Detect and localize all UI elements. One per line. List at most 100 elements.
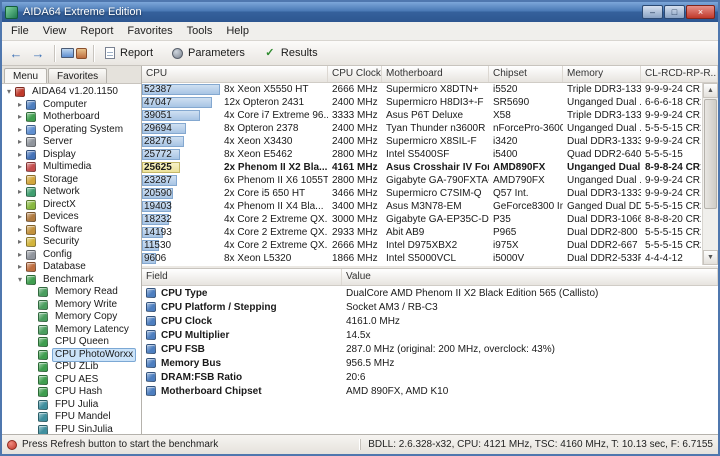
tree-item-aida64-v1-20-1150[interactable]: ▾ AIDA64 v1.20.1150	[2, 86, 141, 99]
benchmark-row[interactable]: 28276 4x Xeon X3430 2400 MHz Supermicro X8S…	[142, 135, 701, 148]
detail-row[interactable]: Motherboard Chipset AMD 890FX, AMD K10	[142, 384, 718, 398]
benchmark-row[interactable]: 47047 12x Opteron 2431 2400 MHz Supermicro …	[142, 96, 701, 109]
expander-icon[interactable]: ▸	[15, 162, 25, 172]
benchmark-row[interactable]: 19403 4x Phenom II X4 Bla... 3400 MHz Asus …	[142, 200, 701, 213]
vertical-scrollbar[interactable]: ▲ ▼	[702, 83, 718, 265]
cpu-clock: 2400 MHz	[332, 136, 378, 147]
forward-icon[interactable]: →	[28, 44, 48, 63]
memory-config: Unganged Dual ...	[567, 175, 641, 186]
column-header-memory[interactable]: Memory	[563, 66, 641, 82]
back-icon[interactable]: ←	[6, 44, 26, 63]
menu-file[interactable]: File	[4, 23, 36, 39]
tree-item-cpu-zlib[interactable]: CPU ZLib	[2, 361, 141, 374]
benchmark-row[interactable]: 9606 8x Xeon L5320 1866 MHz Intel S5000VCL i…	[142, 252, 701, 265]
tree-item-fpu-sinjulia[interactable]: FPU SinJulia	[2, 424, 141, 434]
sidebar-tab-menu[interactable]: Menu	[4, 68, 48, 83]
expander-icon[interactable]: ▸	[15, 100, 25, 110]
column-header-cl-rcd-rp-r[interactable]: CL-RCD-RP-R...	[641, 66, 718, 82]
scrollbar-thumb[interactable]	[704, 99, 717, 209]
detail-row[interactable]: CPU Platform / Stepping Socket AM3 / RB-C…	[142, 300, 718, 314]
expander-icon[interactable]: ▸	[15, 187, 25, 197]
tree-item-memory-latency[interactable]: Memory Latency	[2, 324, 141, 337]
menu-tools[interactable]: Tools	[180, 23, 220, 39]
tree-item-multimedia[interactable]: ▸ Multimedia	[2, 161, 141, 174]
menu-report[interactable]: Report	[73, 23, 120, 39]
detail-row[interactable]: CPU Clock 4161.0 MHz	[142, 314, 718, 328]
tree-item-memory-copy[interactable]: Memory Copy	[2, 311, 141, 324]
menu-help[interactable]: Help	[219, 23, 256, 39]
benchmark-row[interactable]: 14193 4x Core 2 Extreme QX... 2933 MHz Abit…	[142, 226, 701, 239]
results-button[interactable]: Results	[259, 45, 326, 61]
expander-icon[interactable]: ▸	[15, 250, 25, 260]
benchmark-row[interactable]: 20590 2x Core i5 650 HT 3466 MHz Supermicro…	[142, 187, 701, 200]
maximize-button[interactable]: □	[664, 5, 685, 19]
detail-row[interactable]: CPU Multiplier 14.5x	[142, 328, 718, 342]
tree-item-cpu-queen[interactable]: CPU Queen	[2, 336, 141, 349]
expander-icon[interactable]: ▾	[4, 87, 14, 97]
tree-item-display[interactable]: ▸ Display	[2, 149, 141, 162]
tree-item-database[interactable]: ▸ Database	[2, 261, 141, 274]
column-header-cpu-clock[interactable]: CPU Clock	[328, 66, 382, 82]
detail-row[interactable]: CPU FSB 287.0 MHz (original: 200 MHz, ove…	[142, 342, 718, 356]
tree-item-cpu-hash[interactable]: CPU Hash	[2, 386, 141, 399]
tree-item-server[interactable]: ▸ Server	[2, 136, 141, 149]
tree-item-security[interactable]: ▸ Security	[2, 236, 141, 249]
tree-item-operating-system[interactable]: ▸ Operating System	[2, 124, 141, 137]
benchmark-row[interactable]: 23287 6x Phenom II X6 1055T 2800 MHz Gigaby…	[142, 174, 701, 187]
detail-row[interactable]: Memory Bus 956.5 MHz	[142, 356, 718, 370]
expander-icon[interactable]: ▸	[15, 262, 25, 272]
benchmark-row[interactable]: 39051 4x Core i7 Extreme 96... 3333 MHz Asu…	[142, 109, 701, 122]
benchmark-row[interactable]: 29694 8x Opteron 2378 2400 MHz Tyan Thunder…	[142, 122, 701, 135]
tree-item-memory-write[interactable]: Memory Write	[2, 299, 141, 312]
column-header-chipset[interactable]: Chipset	[489, 66, 563, 82]
tree-item-motherboard[interactable]: ▸ Motherboard	[2, 111, 141, 124]
tree-item-software[interactable]: ▸ Software	[2, 224, 141, 237]
benchmark-row[interactable]: 52387 8x Xeon X5550 HT 2666 MHz Supermicro …	[142, 83, 701, 96]
expander-icon[interactable]: ▸	[15, 237, 25, 247]
expander-icon[interactable]: ▸	[15, 150, 25, 160]
benchmark-row[interactable]: 11530 4x Core 2 Extreme QX... 2666 MHz Inte…	[142, 239, 701, 252]
scroll-down-icon[interactable]: ▼	[703, 250, 718, 265]
tree-item-fpu-mandel[interactable]: FPU Mandel	[2, 411, 141, 424]
column-header-field[interactable]: Field	[142, 269, 342, 285]
column-header-value[interactable]: Value	[342, 269, 718, 285]
tree-item-cpu-photoworxx[interactable]: CPU PhotoWorxx	[2, 347, 141, 362]
expander-icon[interactable]: ▸	[15, 175, 25, 185]
expander-icon[interactable]: ▸	[15, 137, 25, 147]
monitor-icon[interactable]	[61, 48, 74, 58]
tree-item-benchmark[interactable]: ▾ Benchmark	[2, 274, 141, 287]
tree-item-devices[interactable]: ▸ Devices	[2, 211, 141, 224]
close-button[interactable]: ×	[686, 5, 715, 19]
minimize-button[interactable]: –	[642, 5, 663, 19]
memory-timings: 5-5-5-15 CR2	[645, 201, 701, 212]
expander-icon[interactable]: ▸	[15, 125, 25, 135]
detail-row[interactable]: DRAM:FSB Ratio 20:6	[142, 370, 718, 384]
menu-favorites[interactable]: Favorites	[120, 23, 179, 39]
tree-item-network[interactable]: ▸ Network	[2, 186, 141, 199]
column-header-motherboard[interactable]: Motherboard	[382, 66, 489, 82]
tree-item-fpu-julia[interactable]: FPU Julia	[2, 399, 141, 412]
menu-view[interactable]: View	[36, 23, 74, 39]
expander-icon[interactable]: ▾	[15, 275, 25, 285]
scroll-up-icon[interactable]: ▲	[703, 83, 718, 98]
tree-item-cpu-aes[interactable]: CPU AES	[2, 374, 141, 387]
tree-item-computer[interactable]: ▸ Computer	[2, 99, 141, 112]
expander-icon[interactable]: ▸	[15, 112, 25, 122]
parameters-button[interactable]: Parameters	[167, 45, 253, 61]
column-header-cpu[interactable]: CPU	[142, 66, 328, 82]
tree-item-directx[interactable]: ▸ DirectX	[2, 199, 141, 212]
benchmark-row[interactable]: 25772 8x Xeon E5462 2800 MHz Intel S5400SF i…	[142, 148, 701, 161]
expander-icon[interactable]: ▸	[15, 200, 25, 210]
motherboard-name: Tyan Thunder n3600R	[386, 123, 486, 134]
tree-item-config[interactable]: ▸ Config	[2, 249, 141, 262]
expander-icon[interactable]: ▸	[15, 225, 25, 235]
database-icon[interactable]	[76, 47, 87, 59]
tree-item-storage[interactable]: ▸ Storage	[2, 174, 141, 187]
benchmark-row[interactable]: 18232 4x Core 2 Extreme QX... 3000 MHz Giga…	[142, 213, 701, 226]
sidebar-tab-favorites[interactable]: Favorites	[48, 68, 108, 83]
tree-item-memory-read[interactable]: Memory Read	[2, 286, 141, 299]
benchmark-row[interactable]: 25625 2x Phenom II X2 Bla... 4161 MHz Asus …	[142, 161, 701, 174]
expander-icon[interactable]: ▸	[15, 212, 25, 222]
detail-row[interactable]: CPU Type DualCore AMD Phenom II X2 Black …	[142, 286, 718, 300]
report-button[interactable]: Report	[100, 45, 161, 61]
